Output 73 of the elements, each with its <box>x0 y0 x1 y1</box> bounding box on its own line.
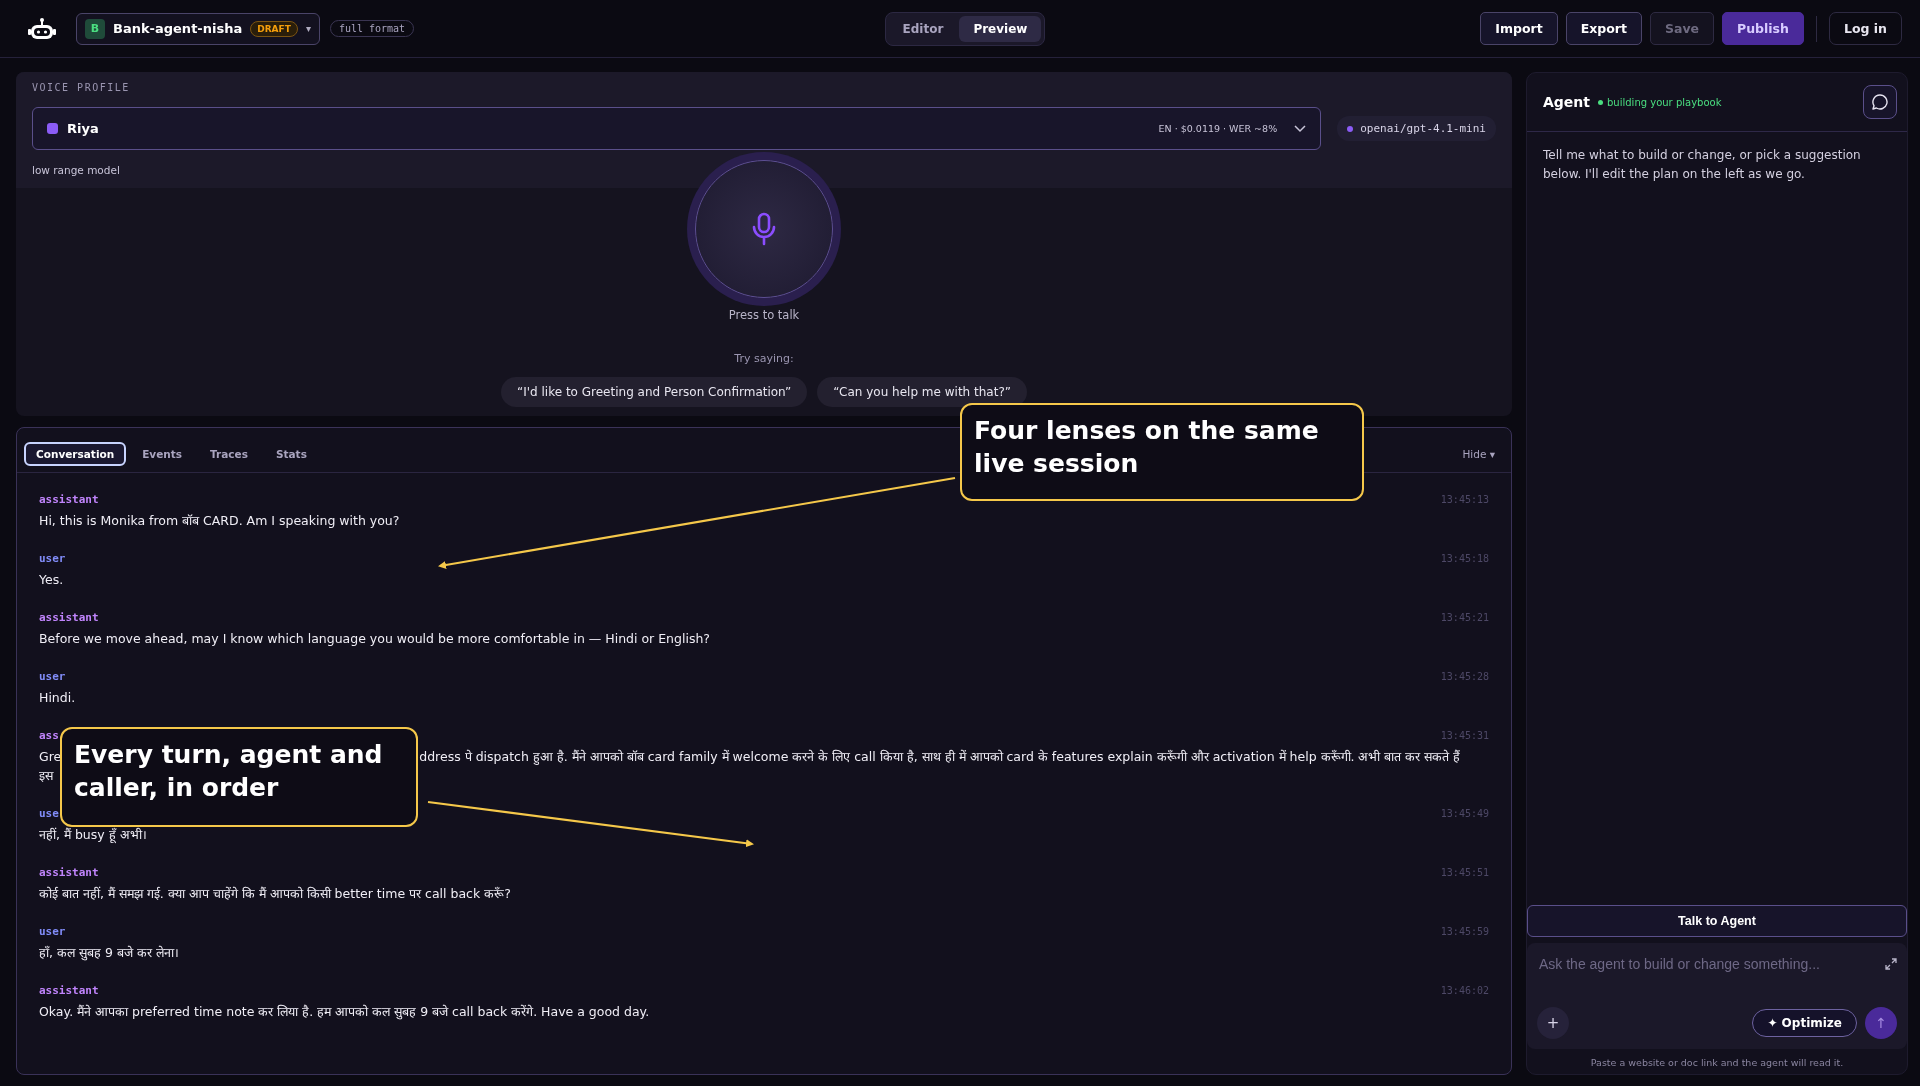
toolbar-button[interactable]: Publish <box>1722 12 1804 45</box>
message-text: Hindi. <box>39 690 77 706</box>
session-tab[interactable]: Stats <box>263 442 319 466</box>
message-time: 13:45:21 <box>1440 612 1489 623</box>
intro-text: Tell me what to build or change, or pick a suggestion below. I'll edit the plan on the left as we go. <box>1543 147 1862 184</box>
suggestion-chip[interactable]: “Can you help me with that?” <box>817 377 1027 407</box>
login-button[interactable]: Log in <box>1828 12 1902 45</box>
message-text: Gre <box>39 749 62 764</box>
voice-meta: EN · $0.0119 · WER ~8% <box>1158 123 1278 134</box>
caret-icon: ▾ <box>305 23 311 34</box>
toolbar-button[interactable]: Export <box>1565 12 1642 45</box>
expand-icon[interactable] <box>1885 958 1897 970</box>
try-saying-label: Try saying: <box>734 352 794 365</box>
session-tab[interactable]: Events <box>130 442 195 466</box>
annotation-callout: Four lenses on the same live session <box>960 403 1364 501</box>
speaker-label: assistant <box>39 611 99 624</box>
session-tab[interactable]: Traces <box>198 442 260 466</box>
chevron-down-icon <box>1294 124 1307 133</box>
project-name: Bank-agent-nisha <box>113 21 243 36</box>
speaker-label: user <box>39 925 66 938</box>
message-text: Okay. मैंने आपका preferred time note कर लिया है. हम आपको कल सुबह 9 बजे call back करेंगे. Have a good day. <box>39 1004 651 1020</box>
message-text: Before we move ahead, may I know which language you would be more comfortable in — Hindi or English? <box>39 631 711 647</box>
message-text: कोई बात नहीं, मैं समझ गई. क्या आप चाहेंगे कि मैं आपको किसी better time पर call back करूँ? <box>39 886 512 902</box>
optimize-button[interactable]: ✦ Optimize <box>1752 1009 1857 1037</box>
message-text: इस <box>39 768 53 783</box>
message-time: 13:45:51 <box>1440 867 1489 878</box>
voice-select[interactable]: Riya EN · $0.0119 · WER ~8% <box>32 107 1322 150</box>
message-time: 13:45:18 <box>1440 553 1489 564</box>
composer-hint: Paste a website or doc link and the agent will read it. <box>1589 1056 1845 1070</box>
speaker-label: assistant <box>39 493 99 506</box>
speaker-label: user <box>39 670 66 683</box>
voice-note: low range model <box>32 164 121 176</box>
chat-bubble-icon <box>1871 93 1889 111</box>
speaker-label: ass <box>39 729 59 742</box>
mode-tab[interactable]: Editor <box>888 15 958 42</box>
suggestion-chip[interactable]: “I'd like to Greeting and Person Confirmation” <box>501 377 808 407</box>
draft-badge: DRAFT <box>250 20 298 37</box>
chat-bubble-button[interactable] <box>1863 85 1897 119</box>
status-text: building your playbook <box>1607 96 1722 108</box>
message-text: Hi, this is Monika from बॉब CARD. Am I speaking with you? <box>39 513 401 529</box>
model-chip[interactable]: openai/gpt-4.1-mini <box>1337 116 1496 141</box>
message-composer[interactable]: Ask the agent to build or change something... + ✦ Optimize ↑ <box>1527 943 1907 1049</box>
message-text: नहीं, मैं busy हूँ अभी। <box>39 827 148 843</box>
annotation-callout: Every turn, agent and caller, in order <box>60 727 418 827</box>
voice-name: Riya <box>67 121 99 136</box>
message-text: Yes. <box>39 572 65 588</box>
message-time: 13:45:13 <box>1440 494 1489 505</box>
mode-tab[interactable]: Preview <box>959 15 1042 42</box>
speaker-label: user <box>39 552 66 565</box>
project-avatar: B <box>85 18 105 39</box>
message-time: 13:45:31 <box>1440 730 1489 741</box>
press-to-talk-label: Press to talk <box>728 308 800 322</box>
robot-logo-icon <box>28 16 56 41</box>
session-tab[interactable]: Conversation <box>24 442 127 466</box>
send-button[interactable]: ↑ <box>1865 1007 1897 1039</box>
speaker-label: assistant <box>39 866 99 879</box>
talk-to-agent-button[interactable]: Talk to Agent <box>1527 905 1907 937</box>
message-time: 13:46:02 <box>1440 985 1489 996</box>
message-text: हाँ, कल सुबह 9 बजे कर लेना। <box>39 945 180 961</box>
status-dot-icon <box>1598 99 1603 105</box>
panel-title: Agent <box>1543 94 1590 110</box>
section-heading: VOICE PROFILE <box>32 82 131 93</box>
message-time: 13:45:49 <box>1440 808 1489 819</box>
project-selector[interactable]: B Bank-agent-nisha DRAFT ▾ <box>76 12 320 45</box>
message-text: ddress पे dispatch हुआ है. मैंने आपको बॉब card family में welcome करने के लिए call किया है, साथ ही में आपको card के features explain करूँगी और activation में help करूँगी. अभी बात कर सकते हैं <box>419 749 1461 764</box>
hide-button[interactable]: Hide ▾ <box>1456 447 1501 461</box>
add-button[interactable]: + <box>1537 1007 1569 1039</box>
speaker-label: assistant <box>39 984 99 997</box>
toolbar-button[interactable]: Import <box>1480 12 1558 45</box>
message-time: 13:45:28 <box>1440 671 1489 682</box>
microphone-icon <box>751 212 777 246</box>
speaker-label: use <box>39 807 59 820</box>
message-time: 13:45:59 <box>1440 926 1489 937</box>
